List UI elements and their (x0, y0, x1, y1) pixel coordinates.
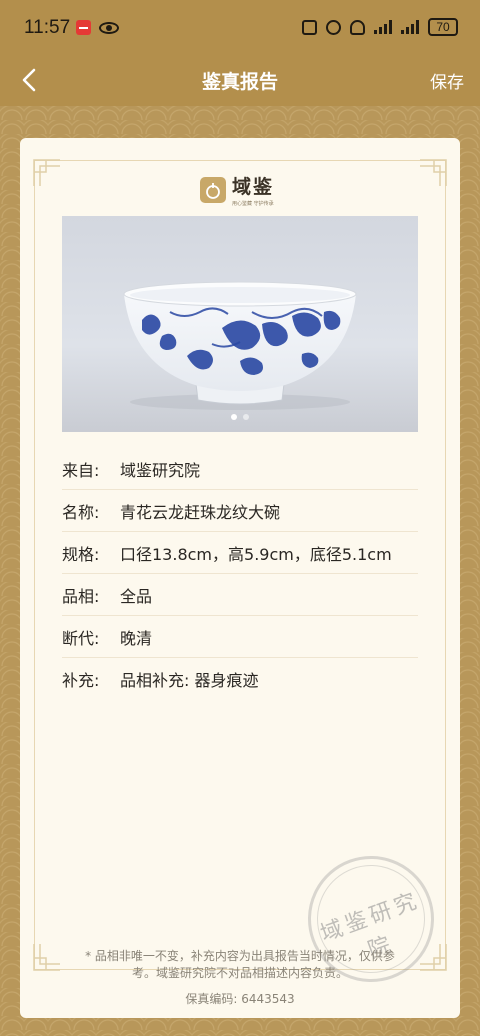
info-value: 品相补充: 器身痕迹 (120, 671, 259, 690)
mute-bell-icon (350, 19, 365, 35)
signal-strength-icon-2 (401, 20, 419, 34)
corner-ornament-bottom-left (32, 942, 62, 972)
report-info-list: 来自: 域鉴研究院 名称: 青花云龙赶珠龙纹大碗 规格: 口径13.8cm，高5… (62, 448, 418, 700)
carousel-dot[interactable] (243, 414, 249, 420)
logo-badge-icon (200, 176, 226, 203)
brand-logo: 域鉴 用心鉴藏 守护传承 (200, 172, 274, 207)
save-button[interactable]: 保存 (430, 68, 464, 93)
nav-bar: 鉴真报告 保存 (0, 54, 480, 106)
corner-ornament-top-left (32, 158, 62, 188)
eye-icon (99, 21, 119, 34)
page-title: 鉴真报告 (201, 71, 278, 93)
info-value: 口径13.8cm，高5.9cm，底径5.1cm (120, 544, 392, 564)
info-label: 规格: (62, 544, 100, 564)
info-row-specs: 规格: 口径13.8cm，高5.9cm，底径5.1cm (62, 532, 418, 574)
info-row-dating: 断代: 晚清 (62, 616, 418, 658)
info-label: 补充: (62, 671, 100, 690)
logo-name: 域鉴 (232, 176, 275, 198)
bowl-image (123, 281, 357, 410)
signal-strength-icon (374, 20, 392, 34)
item-photo[interactable] (62, 216, 418, 432)
info-label: 品相: (62, 586, 100, 606)
disclaimer-text: * 品相非唯一不变，补充内容为出具报告当时情况，仅供参考。域鉴研究院不对品相描述… (85, 949, 395, 980)
info-row-condition: 品相: 全品 (62, 574, 418, 616)
logo-tagline: 用心鉴藏 守护传承 (232, 201, 274, 207)
info-row-supplement: 补充: 品相补充: 器身痕迹 (62, 658, 418, 700)
corner-ornament-top-right (418, 158, 448, 188)
status-notification-icons (76, 20, 119, 35)
info-label: 来自: (62, 460, 100, 480)
authenticity-code: 保真编码: 6443543 (185, 992, 295, 1006)
info-value: 全品 (120, 586, 153, 606)
photo-carousel-indicator (62, 414, 418, 420)
info-value: 青花云龙赶珠龙纹大碗 (120, 502, 281, 522)
info-value: 晚清 (120, 628, 153, 648)
nfc-icon (302, 19, 317, 35)
status-system-icons: 70 (302, 18, 458, 36)
carousel-dot[interactable] (231, 414, 237, 420)
status-time: 11:57 (24, 17, 71, 38)
info-row-source: 来自: 域鉴研究院 (62, 448, 418, 490)
alarm-icon (326, 19, 341, 35)
battery-indicator: 70 (428, 18, 458, 36)
app-notification-icon (76, 20, 91, 35)
report-card: 域鉴 用心鉴藏 守护传承 来自: 域鉴研究院 名称: 青花云龙赶珠龙纹大碗 规格… (20, 138, 460, 1018)
info-value: 域鉴研究院 (120, 460, 201, 480)
info-label: 名称: (62, 502, 100, 522)
status-bar: 11:57 70 (0, 0, 480, 54)
info-row-name: 名称: 青花云龙赶珠龙纹大碗 (62, 490, 418, 532)
info-label: 断代: (62, 628, 100, 648)
